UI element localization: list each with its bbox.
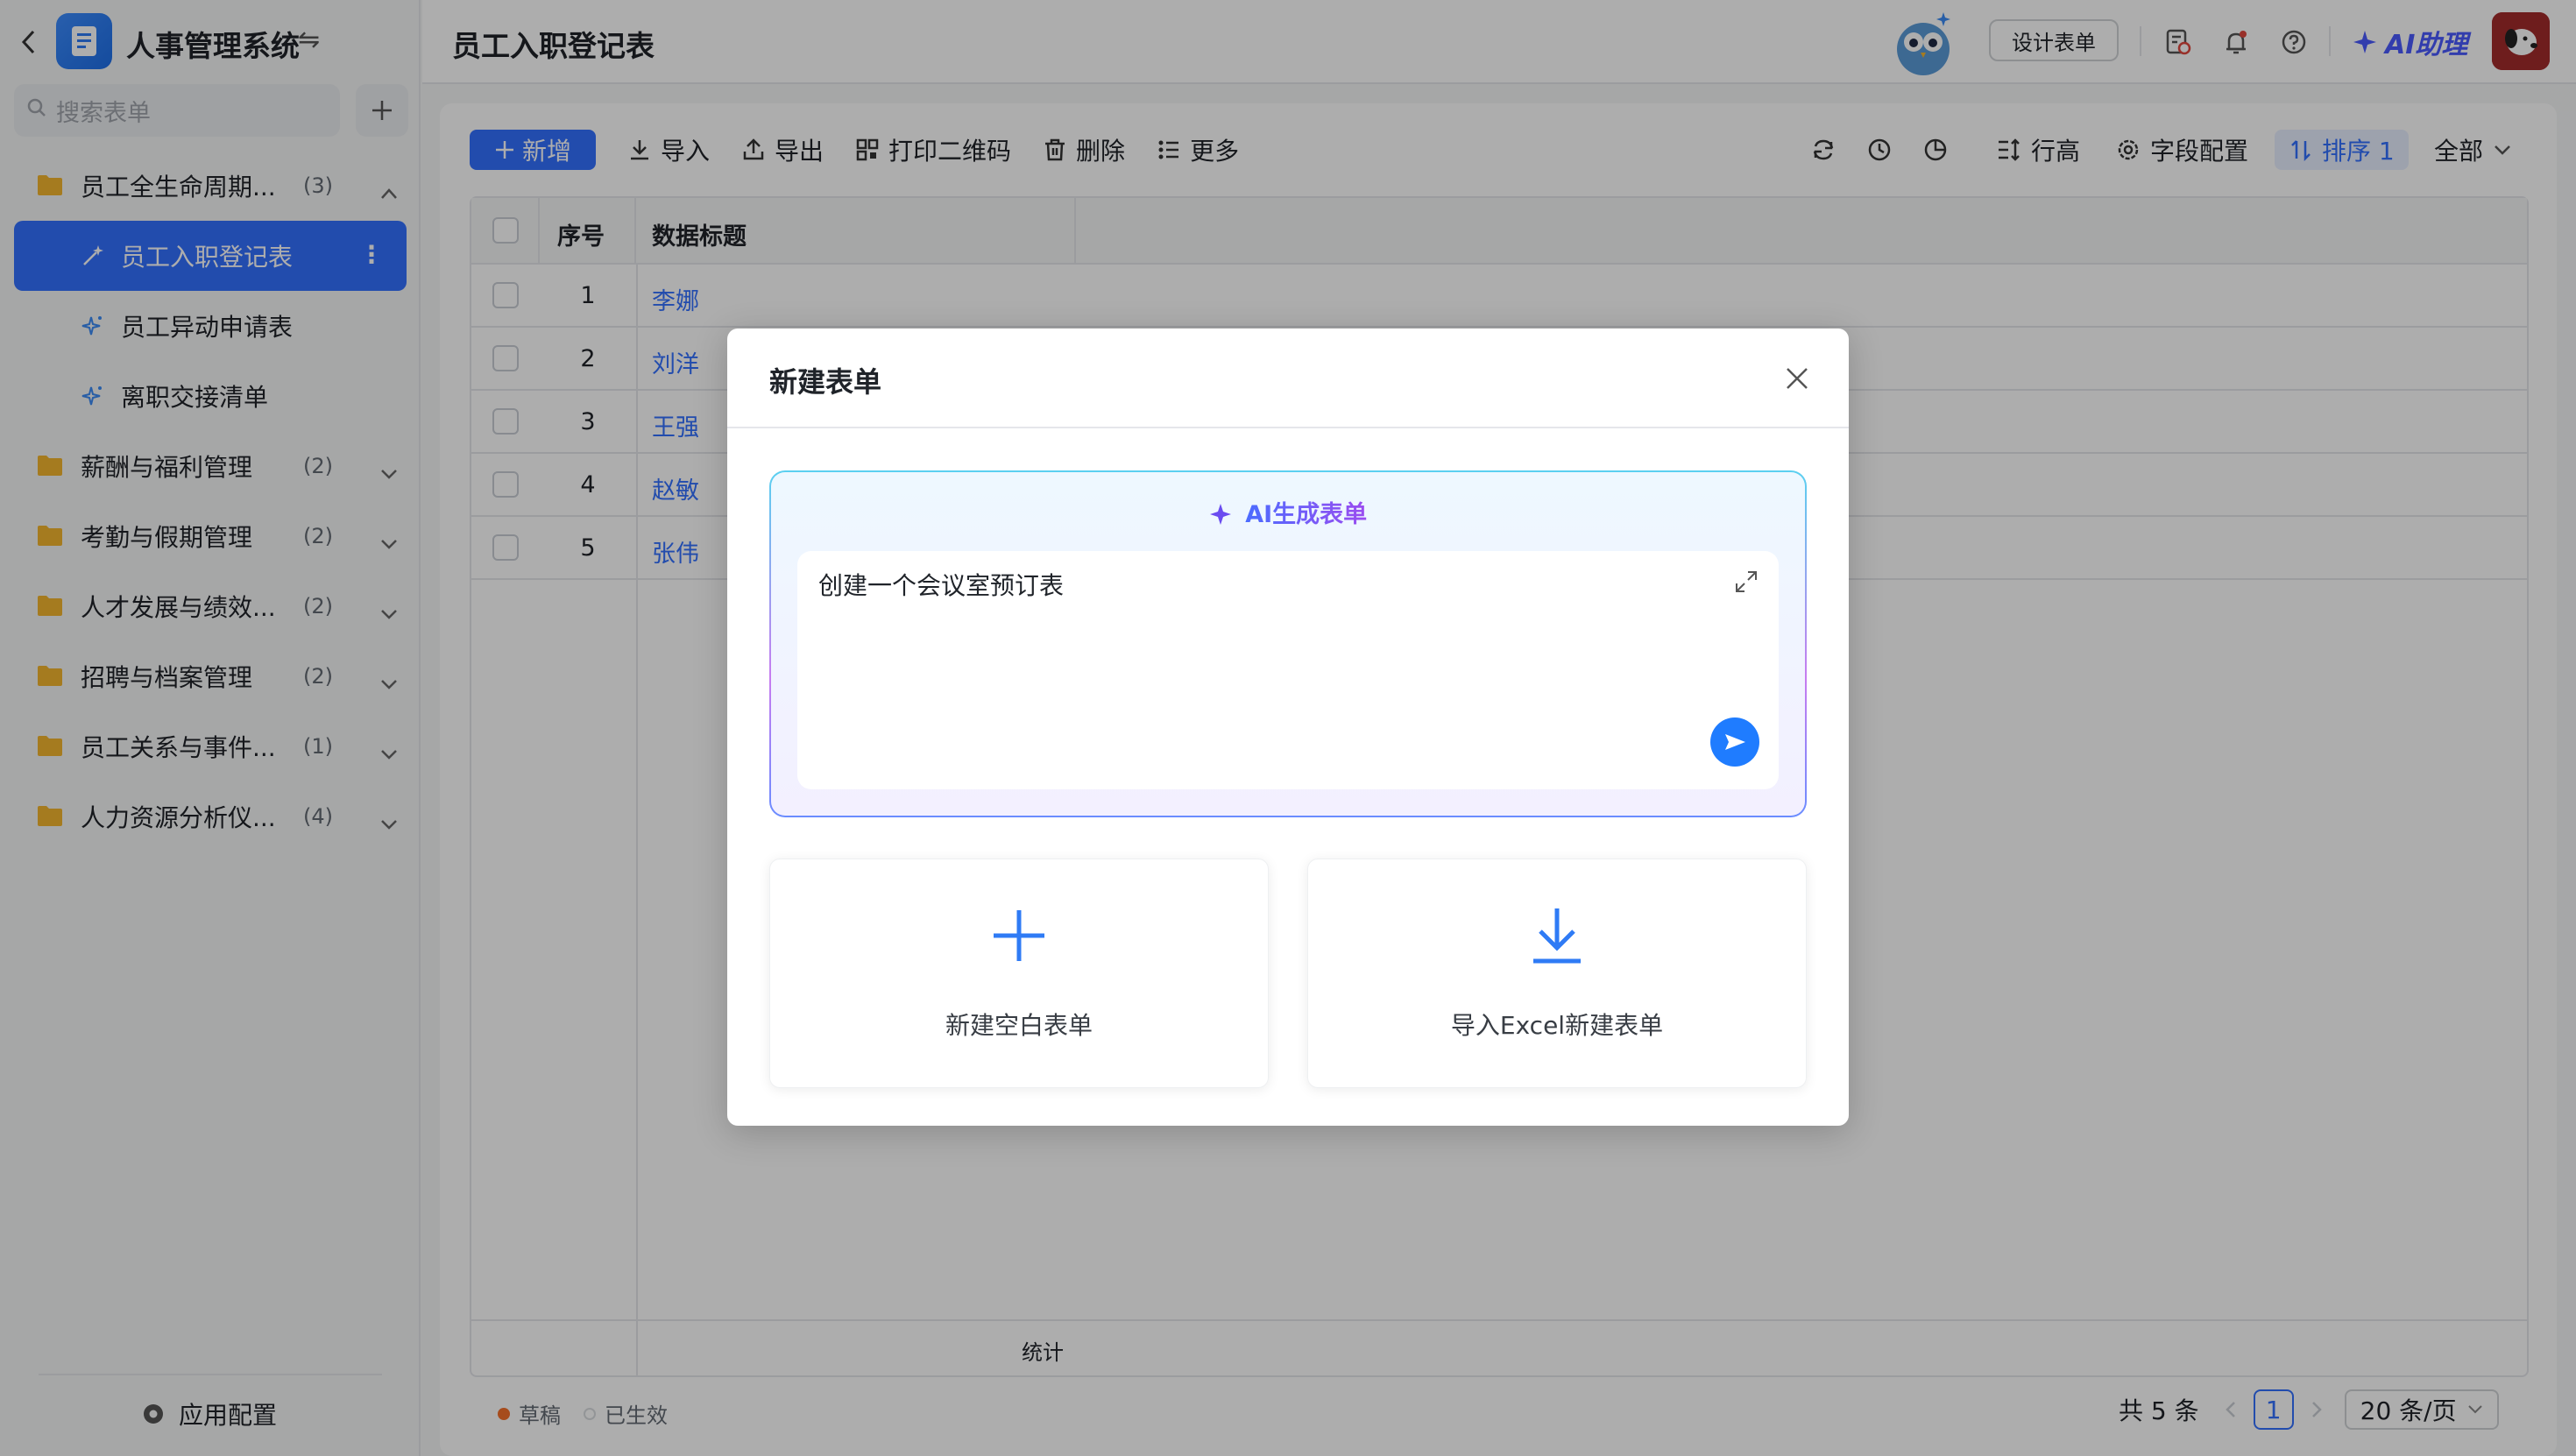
ai-prompt-input[interactable]: 创建一个会议室预订表: [797, 551, 1779, 789]
new-form-dialog: 新建表单 AI生成表单 创建一个会议室预订表 新建空白表单 导入Excel新建表…: [727, 329, 1849, 1126]
ai-panel-inner: AI生成表单 创建一个会议室预订表: [771, 472, 1805, 816]
sparkle-icon: [1209, 504, 1231, 525]
new-blank-form-card[interactable]: 新建空白表单: [769, 859, 1269, 1088]
ai-panel-title-text: AI生成表单: [1245, 501, 1368, 528]
ai-panel-title: AI生成表单: [769, 495, 1807, 529]
dialog-header: 新建表单: [727, 329, 1849, 428]
ai-generate-panel: AI生成表单 创建一个会议室预订表: [769, 470, 1807, 817]
dialog-title: 新建表单: [769, 365, 882, 399]
download-icon: [1526, 905, 1588, 966]
app-root: 人事管理系统 ⇋ 搜索表单 员工全生命周期... (3) 员工入职登记表 ⋮ 员…: [0, 0, 2576, 1456]
import-excel-card[interactable]: 导入Excel新建表单: [1307, 859, 1807, 1088]
expand-icon[interactable]: [1733, 569, 1759, 595]
close-icon[interactable]: [1782, 364, 1812, 393]
ai-prompt-text: 创建一个会议室预订表: [818, 571, 1065, 600]
import-excel-label: 导入Excel新建表单: [1450, 1011, 1664, 1040]
send-icon: [1725, 734, 1745, 750]
plus-icon: [988, 905, 1050, 966]
send-button[interactable]: [1710, 717, 1759, 767]
new-blank-form-label: 新建空白表单: [945, 1011, 1093, 1040]
